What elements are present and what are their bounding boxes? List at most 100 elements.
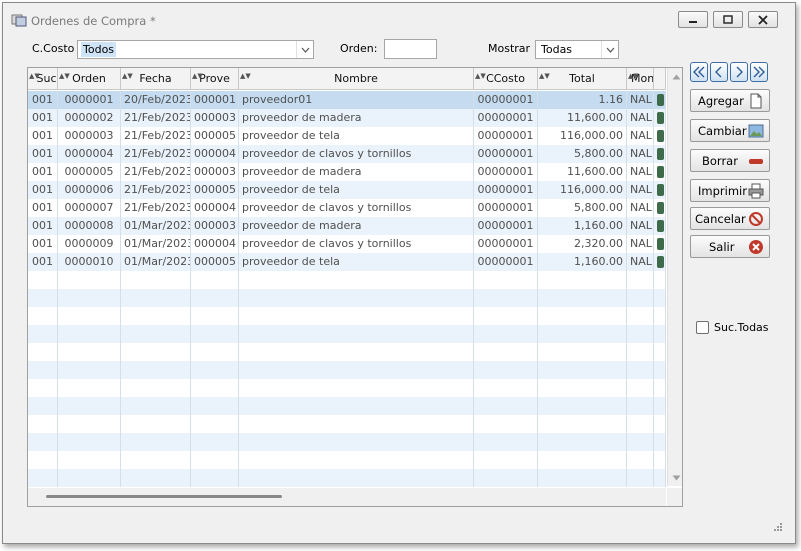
minimize-button[interactable]	[678, 11, 708, 28]
cell-suc: 001	[28, 235, 58, 253]
table-row[interactable]: 001 0000005 21/Feb/2023 000003 proveedor de …	[28, 163, 666, 181]
cell-ccosto: 00000001	[474, 217, 538, 235]
cell-empty	[28, 343, 58, 361]
next-record-button[interactable]	[730, 62, 748, 82]
table-row[interactable]	[28, 271, 666, 289]
cell-empty	[654, 451, 666, 469]
table-row[interactable]	[28, 433, 666, 451]
cell-empty	[654, 325, 666, 343]
cell-prove: 000005	[191, 253, 239, 271]
cell-empty	[28, 433, 58, 451]
horizontal-scrollbar[interactable]	[28, 488, 666, 506]
table-row[interactable]	[28, 361, 666, 379]
resize-grip-icon[interactable]	[773, 522, 783, 532]
column-header-prove[interactable]: ▲▼ Prove	[191, 68, 239, 90]
window: Ordenes de Compra * C.Costo Todos Orden:…	[2, 2, 796, 544]
scroll-up-icon[interactable]	[672, 74, 681, 80]
cell-empty	[28, 379, 58, 397]
cancelar-button[interactable]: Cancelar	[690, 207, 770, 230]
cell-empty	[538, 397, 627, 415]
cell-fecha: 21/Feb/2023	[121, 145, 191, 163]
maximize-button[interactable]	[713, 11, 743, 28]
column-header-orden[interactable]: ▲▼ Orden	[58, 68, 121, 90]
table-row[interactable]: 001 0000008 01/Mar/2023 000003 proveedor de …	[28, 217, 666, 235]
cell-empty	[58, 271, 121, 289]
cell-empty	[474, 415, 538, 433]
cell-empty	[121, 271, 191, 289]
new-document-icon	[750, 93, 762, 109]
ccosto-select[interactable]: Todos	[77, 40, 314, 59]
cell-empty	[474, 271, 538, 289]
cell-empty	[121, 469, 191, 487]
table-row[interactable]	[28, 451, 666, 469]
cell-ccosto: 00000001	[474, 253, 538, 271]
imprimir-button[interactable]: Imprimir	[690, 179, 770, 202]
column-header-fecha[interactable]: ▲▼ Fecha	[121, 68, 191, 90]
table-row[interactable]	[28, 289, 666, 307]
table-row[interactable]: 001 0000009 01/Mar/2023 000004 proveedor de …	[28, 235, 666, 253]
status-indicator-icon	[657, 238, 664, 250]
suc-todas-checkbox[interactable]	[696, 321, 709, 334]
table-row[interactable]: 001 0000006 21/Feb/2023 000005 proveedor de …	[28, 181, 666, 199]
column-header-ccosto[interactable]: ▲▼ CCosto	[474, 68, 538, 90]
horizontal-scroll-thumb[interactable]	[46, 495, 282, 498]
cell-suc: 001	[28, 199, 58, 217]
previous-record-button[interactable]	[710, 62, 728, 82]
cell-ccosto: 00000001	[474, 127, 538, 145]
column-header-suc[interactable]: ▲▼ Suc	[28, 68, 58, 90]
cell-mon: NAL	[627, 217, 654, 235]
table-row[interactable]: 001 0000007 21/Feb/2023 000004 proveedor de …	[28, 199, 666, 217]
table-row[interactable]	[28, 343, 666, 361]
title-bar[interactable]: Ordenes de Compra *	[3, 3, 795, 35]
table-row[interactable]: 001 0000003 21/Feb/2023 000005 proveedor de …	[28, 127, 666, 145]
mostrar-select[interactable]: Todas	[535, 40, 619, 59]
cell-empty	[239, 415, 474, 433]
cell-empty	[538, 433, 627, 451]
table-row[interactable]	[28, 325, 666, 343]
double-chevron-left-icon	[693, 66, 705, 78]
borrar-button[interactable]: Borrar	[690, 149, 770, 172]
chevron-left-icon	[715, 66, 722, 78]
cell-nombre: proveedor de clavos y tornillos	[239, 235, 474, 253]
orders-table[interactable]: ▲▼ Suc ▲▼ Orden ▲▼ Fecha ▲▼ Prove ▲▼ Nombre ▲…	[27, 67, 683, 507]
salir-button[interactable]: Salir	[690, 235, 770, 258]
agregar-button[interactable]: Agregar	[690, 89, 770, 112]
vertical-scrollbar[interactable]	[667, 68, 682, 486]
cell-suc: 001	[28, 91, 58, 109]
cell-empty	[121, 397, 191, 415]
table-row[interactable]	[28, 415, 666, 433]
chevron-down-icon[interactable]	[601, 41, 618, 58]
first-record-button[interactable]	[690, 62, 708, 82]
cell-indicator	[654, 145, 666, 163]
cell-empty	[474, 397, 538, 415]
column-header-mon[interactable]: ▲▼ Mon	[627, 68, 654, 90]
orden-input[interactable]	[384, 39, 437, 59]
cell-empty	[191, 415, 239, 433]
column-header-nombre[interactable]: ▲▼ Nombre	[239, 68, 474, 90]
close-button[interactable]	[748, 11, 778, 28]
chevron-down-icon[interactable]	[296, 41, 313, 58]
cell-empty	[538, 307, 627, 325]
table-row[interactable]	[28, 469, 666, 487]
table-row[interactable]: 001 0000001 20/Feb/2023 000001 proveedor01 00…	[28, 91, 666, 109]
cell-empty	[191, 379, 239, 397]
table-row[interactable]	[28, 397, 666, 415]
cell-nombre: proveedor01	[239, 91, 474, 109]
cell-empty	[121, 379, 191, 397]
cell-fecha: 21/Feb/2023	[121, 127, 191, 145]
scroll-down-icon[interactable]	[672, 475, 681, 481]
cell-empty	[239, 289, 474, 307]
table-row[interactable]: 001 0000004 21/Feb/2023 000004 proveedor de …	[28, 145, 666, 163]
column-header-total[interactable]: ▲▼ Total	[538, 68, 627, 90]
cell-empty	[239, 469, 474, 487]
table-row[interactable]	[28, 307, 666, 325]
cell-orden: 0000001	[58, 91, 121, 109]
cell-nombre: proveedor de tela	[239, 127, 474, 145]
table-row[interactable]: 001 0000002 21/Feb/2023 000003 proveedor de …	[28, 109, 666, 127]
table-row[interactable]	[28, 379, 666, 397]
last-record-button[interactable]	[750, 62, 768, 82]
cell-empty	[538, 271, 627, 289]
cell-ccosto: 00000001	[474, 235, 538, 253]
cambiar-button[interactable]: Cambiar	[690, 119, 770, 142]
table-row[interactable]: 001 0000010 01/Mar/2023 000005 proveedor de …	[28, 253, 666, 271]
